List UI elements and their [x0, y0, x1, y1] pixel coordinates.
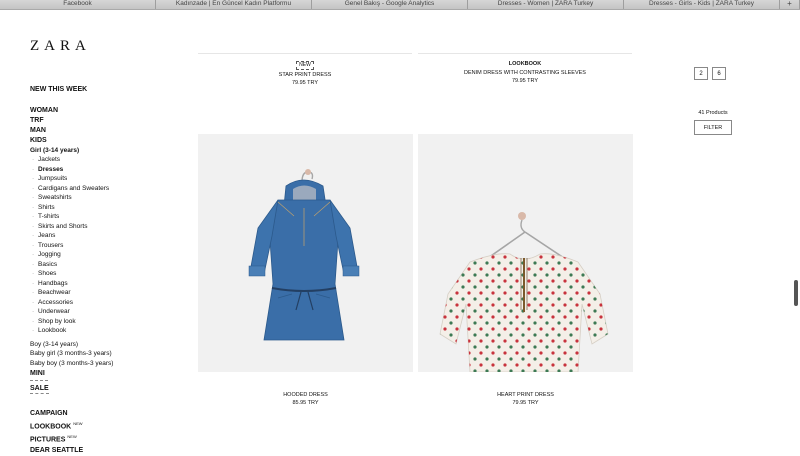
nav-link[interactable]: Handbags: [38, 280, 68, 287]
nav-link[interactable]: Sweatshirts: [38, 194, 72, 201]
new-badge: NEW: [67, 434, 77, 440]
list-item[interactable]: Jumpsuits: [32, 174, 113, 184]
scrollbar-thumb[interactable]: [794, 280, 798, 306]
list-item[interactable]: Lookbook: [32, 326, 113, 336]
browser-tab[interactable]: Facebook: [0, 0, 156, 9]
list-item[interactable]: Jeans: [32, 231, 113, 241]
kids-submenu: Girl (3-14 years) Jackets Dresses Jumpsu…: [30, 146, 113, 368]
product-price: 85.95 TRY: [292, 400, 319, 406]
nav-link[interactable]: Jackets: [38, 156, 60, 163]
list-item[interactable]: Shoes: [32, 269, 113, 279]
zara-logo[interactable]: ZARA: [30, 38, 91, 55]
hooded-dress-illustration: [198, 134, 413, 372]
heart-print-dress-illustration: [418, 134, 633, 372]
nav-categories: WOMAN TRF MAN KIDS: [30, 106, 58, 146]
product-name[interactable]: HEART PRINT DRESS: [418, 391, 633, 399]
product-name[interactable]: STAR PRINT DRESS: [198, 72, 412, 78]
browser-tab[interactable]: Genel Bakış - Google Analytics: [312, 0, 468, 9]
nav-sale[interactable]: SALE: [30, 385, 49, 394]
list-item[interactable]: Sweatshirts: [32, 193, 113, 203]
product-price: 79.95 TRY: [512, 400, 539, 406]
browser-tab[interactable]: Kadınzade | En Güncel Kadın Platformu: [156, 0, 312, 9]
nav-boy[interactable]: Boy (3-14 years): [30, 340, 113, 350]
nav-link-dresses[interactable]: Dresses: [38, 166, 63, 173]
nav-link[interactable]: Beachwear: [38, 289, 71, 296]
nav-lookbook[interactable]: LOOKBOOK NEW: [30, 419, 83, 432]
product-count: 41 Products: [698, 110, 728, 116]
browser-tab[interactable]: Dresses - Women | ZARA Turkey: [468, 0, 624, 9]
nav-link[interactable]: Cardigans and Sweaters: [38, 185, 109, 192]
nav-baby-boy[interactable]: Baby boy (3 months-3 years): [30, 359, 113, 369]
product-card-top[interactable]: NEW STAR PRINT DRESS 79.95 TRY: [198, 61, 412, 86]
browser-tab-strip: Facebook Kadınzade | En Güncel Kadın Pla…: [0, 0, 800, 10]
divider: [198, 53, 412, 54]
list-item[interactable]: Underwear: [32, 307, 113, 317]
nav-dear-seattle[interactable]: DEAR SEATTLE: [30, 446, 83, 456]
view-6-button[interactable]: 6: [712, 67, 726, 80]
list-item[interactable]: Accessories: [32, 298, 113, 308]
product-caption: HOODED DRESS 85.95 TRY: [198, 391, 413, 407]
product-price: 79.95 TRY: [291, 80, 319, 86]
product-name[interactable]: DENIM DRESS WITH CONTRASTING SLEEVES: [418, 70, 632, 76]
product-name[interactable]: HOODED DRESS: [198, 391, 413, 399]
nav-pictures-label: PICTURES: [30, 436, 66, 444]
list-item[interactable]: T-shirts: [32, 212, 113, 222]
nav-link[interactable]: Basics: [38, 261, 57, 268]
nav-mini[interactable]: MINI: [30, 370, 45, 377]
list-item[interactable]: Shirts: [32, 203, 113, 213]
list-item[interactable]: Beachwear: [32, 288, 113, 298]
list-item[interactable]: Basics: [32, 260, 113, 270]
nav-link[interactable]: Lookbook: [38, 327, 66, 334]
view-2-button[interactable]: 2: [694, 67, 708, 80]
nav-link[interactable]: Jeans: [38, 232, 55, 239]
browser-tab-active[interactable]: Dresses - Girls - Kids | ZARA Turkey: [624, 0, 780, 9]
nav-lookbook-label: LOOKBOOK: [30, 423, 72, 431]
nav-link[interactable]: Shop by look: [38, 318, 76, 325]
nav-link[interactable]: Shirts: [38, 204, 55, 211]
nav-new-this-week[interactable]: NEW THIS WEEK: [30, 86, 87, 93]
nav-kids[interactable]: KIDS: [30, 136, 58, 146]
nav-link[interactable]: Trousers: [38, 242, 63, 249]
nav-trf[interactable]: TRF: [30, 116, 58, 126]
nav-baby-girl[interactable]: Baby girl (3 months-3 years): [30, 349, 113, 359]
new-tag: NEW: [296, 61, 314, 70]
girl-category-list: Jackets Dresses Jumpsuits Cardigans and …: [30, 155, 113, 336]
nav-link[interactable]: Accessories: [38, 299, 73, 306]
product-image-hooded-dress[interactable]: [198, 134, 413, 372]
lookbook-tag: LOOKBOOK: [508, 61, 542, 67]
nav-bottom-links: CAMPAIGN LOOKBOOK NEW PICTURES NEW DEAR SE…: [30, 409, 83, 456]
nav-man[interactable]: MAN: [30, 126, 58, 136]
product-card-top[interactable]: LOOKBOOK DENIM DRESS WITH CONTRASTING SL…: [418, 61, 632, 84]
list-item[interactable]: Cardigans and Sweaters: [32, 184, 113, 194]
list-item[interactable]: Trousers: [32, 241, 113, 251]
list-item[interactable]: Shop by look: [32, 317, 113, 327]
product-caption: HEART PRINT DRESS 79.95 TRY: [418, 391, 633, 407]
nav-girl[interactable]: Girl (3-14 years): [30, 146, 113, 155]
divider: [418, 53, 632, 54]
nav-link[interactable]: Shoes: [38, 270, 56, 277]
nav-campaign[interactable]: CAMPAIGN: [30, 409, 83, 419]
nav-link[interactable]: Jogging: [38, 251, 61, 258]
nav-pictures[interactable]: PICTURES NEW: [30, 432, 83, 445]
nav-woman[interactable]: WOMAN: [30, 106, 58, 116]
list-item[interactable]: Skirts and Shorts: [32, 222, 113, 232]
product-image-heart-print-dress[interactable]: [418, 134, 633, 372]
nav-link[interactable]: Jumpsuits: [38, 175, 67, 182]
list-item[interactable]: Handbags: [32, 279, 113, 289]
divider: [30, 380, 48, 381]
filter-button[interactable]: FILTER: [694, 120, 732, 135]
new-tab-button[interactable]: +: [780, 0, 800, 9]
list-item[interactable]: Jackets: [32, 155, 113, 165]
list-item[interactable]: Jogging: [32, 250, 113, 260]
list-item-active[interactable]: Dresses: [32, 165, 113, 175]
nav-link[interactable]: Underwear: [38, 308, 70, 315]
nav-link[interactable]: Skirts and Shorts: [38, 223, 88, 230]
new-badge: NEW: [73, 421, 83, 426]
product-price: 79.95 TRY: [511, 78, 539, 84]
view-size-toggle: 2 6: [694, 67, 726, 80]
nav-link[interactable]: T-shirts: [38, 213, 59, 220]
